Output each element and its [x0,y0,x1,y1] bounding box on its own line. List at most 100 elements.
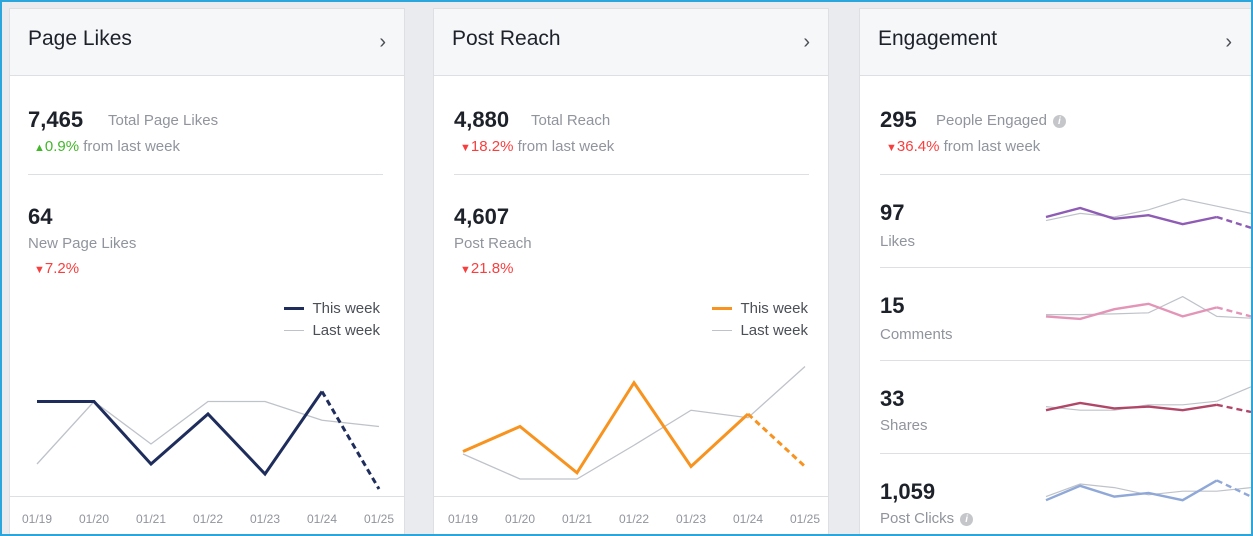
legend-swatch [284,329,305,331]
total-label-text: People Engaged [936,112,1047,129]
sub-value: 64 [28,204,53,229]
sub-value: 4,607 [454,204,510,229]
divider [28,174,383,175]
page-likes-chart [36,390,381,490]
panel-title: Post Reach [452,27,561,50]
panel-title: Engagement [878,27,998,50]
sparkline-this-week-projected [1216,306,1251,318]
total-label: People Engaged i [936,112,1066,129]
total-change: ▲0.9% from last week [34,138,180,155]
x-tick-label: 01/24 [306,512,338,526]
legend-swatch [712,306,733,310]
sub-label: New Page Likes [28,235,137,252]
panel-header[interactable]: Post Reach › [434,9,828,76]
divider [454,174,809,175]
engagement-row-value: 97 [880,200,905,225]
panel-header[interactable]: Engagement › [860,9,1251,76]
comments-sparkline [1045,295,1251,321]
sub-change: ▼7.2% [34,260,79,277]
row-divider [880,453,1251,454]
this-week-line-projected [746,412,807,468]
engagement-row-label-text: Post Clicks [880,510,955,527]
x-tick-label: 01/21 [561,512,593,526]
legend-label: This week [312,299,380,317]
total-change: ▼36.4% from last week [886,138,1040,155]
engagement-row-label: Shares [880,417,928,434]
last-week-line [36,400,380,465]
change-suffix: from last week [513,138,615,155]
sparkline-this-week-projected [1216,215,1251,229]
dashboard-frame: Page Likes › 7,465 Total Page Likes ▲0.9… [0,0,1253,536]
this-week-line [37,390,324,477]
x-tick-label: 01/23 [675,512,707,526]
legend-this-week: This week [648,297,808,319]
x-tick-label: 01/25 [789,512,821,526]
info-icon[interactable]: i [960,512,974,526]
sparkline-this-week [1045,302,1218,321]
sparkline-this-week [1045,479,1218,502]
x-tick-label: 01/22 [618,512,650,526]
change-suffix: from last week [79,138,180,155]
this-week-line-projected [320,390,381,490]
x-tick-label: 01/21 [135,512,167,526]
arrow-down-icon: ▼ [460,264,471,276]
likes-sparkline [1045,198,1251,229]
x-tick-label: 01/22 [192,512,224,526]
engagement-panel: Engagement › 295 People Engaged i ▼36.4% … [859,8,1251,534]
chevron-right-icon[interactable]: › [379,31,386,54]
info-icon[interactable]: i [1052,114,1066,128]
total-change: ▼18.2% from last week [460,138,614,155]
total-value: 7,465 [28,107,84,132]
sub-change: ▼21.8% [460,260,513,277]
x-tick-label: 01/23 [249,512,281,526]
legend-swatch [712,329,733,331]
engagement-row-label: Comments [880,326,953,343]
engagement-row-value: 33 [880,386,905,411]
x-tick-label: 01/24 [732,512,764,526]
x-tick-label: 01/19 [21,512,53,526]
arrow-down-icon: ▼ [460,142,471,154]
legend-label: This week [740,299,808,317]
arrow-down-icon: ▼ [34,264,45,276]
divider [880,174,1251,175]
shares-sparkline [1045,386,1251,414]
x-tick-label: 01/25 [363,512,395,526]
legend-swatch [284,306,305,310]
x-axis: 01/19 01/20 01/21 01/22 01/23 01/24 01/25 [434,496,828,534]
change-percent: 21.8% [470,260,514,277]
x-tick-label: 01/20 [504,512,536,526]
x-tick-label: 01/19 [447,512,479,526]
change-suffix: from last week [939,138,1041,155]
engagement-row-value: 1,059 [880,479,936,504]
change-percent: 18.2% [470,138,514,155]
total-value: 4,880 [454,107,510,132]
row-divider [880,267,1251,268]
x-tick-label: 01/20 [78,512,110,526]
sparkline-this-week-projected [1216,403,1251,414]
engagement-row-label: Likes [880,233,916,250]
chevron-right-icon[interactable]: › [803,31,810,54]
change-percent: 0.9% [44,138,80,155]
sub-label: Post Reach [454,235,532,252]
panel-header[interactable]: Page Likes › [10,9,404,76]
change-percent: 36.4% [896,138,940,155]
chevron-right-icon[interactable]: › [1225,31,1232,54]
total-label: Total Reach [531,112,611,129]
post-reach-chart [462,366,807,480]
post-reach-panel: Post Reach › 4,880 Total Reach ▼18.2% fr… [433,8,829,534]
arrow-up-icon: ▲ [34,142,45,154]
total-label: Total Page Likes [108,112,219,129]
page-likes-panel: Page Likes › 7,465 Total Page Likes ▲0.9… [9,8,405,534]
row-divider [880,360,1251,361]
engagement-row-label: Post Clicks i [880,510,974,527]
change-percent: 7.2% [44,260,80,277]
post-clicks-sparkline [1045,479,1251,502]
x-axis: 01/19 01/20 01/21 01/22 01/23 01/24 01/25 [10,496,404,534]
total-value: 295 [880,107,917,132]
engagement-row-value: 15 [880,293,905,318]
this-week-line [462,380,750,475]
panel-title: Page Likes [28,27,132,50]
sparkline-this-week [1045,206,1218,226]
arrow-down-icon: ▼ [886,142,897,154]
legend-this-week: This week [220,297,380,319]
